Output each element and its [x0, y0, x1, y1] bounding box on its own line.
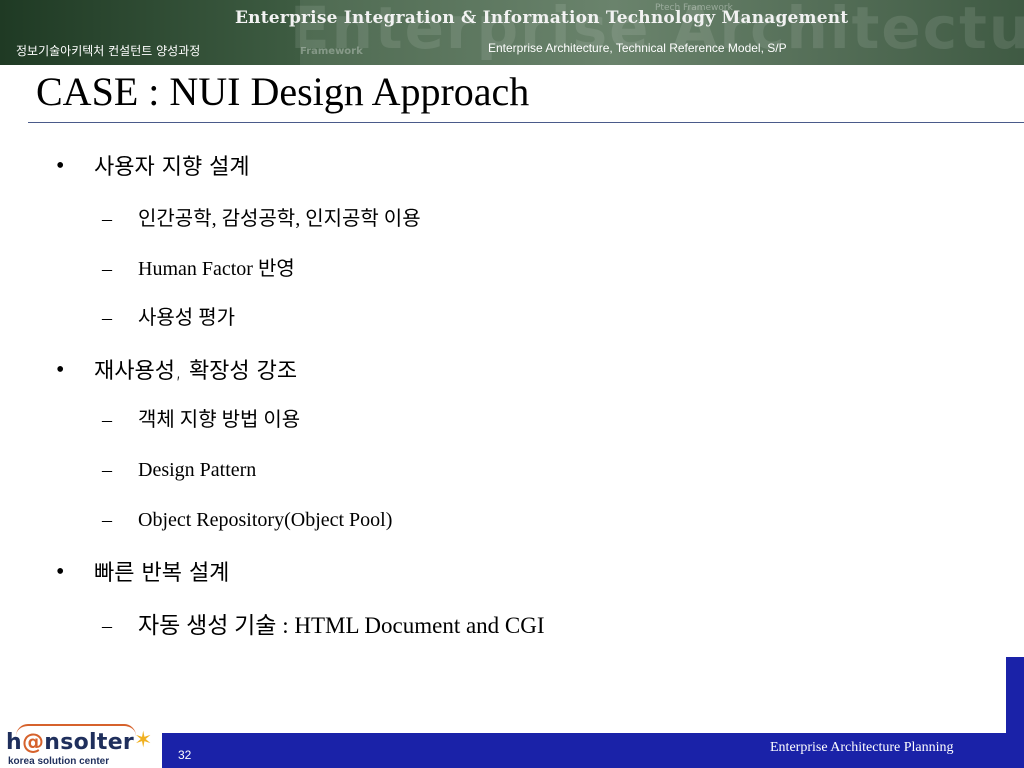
right-accent-bar: [1006, 657, 1024, 733]
sub-bullet-text: Human Factor 반영: [138, 258, 295, 280]
sub-bullet-item: – Object Repository(Object Pool): [102, 507, 393, 533]
sub-bullet-item: – Human Factor 반영: [102, 256, 295, 282]
logo-text-at: @: [21, 730, 45, 755]
sub-bullet-text: 인간공학, 감성공학, 인지공학 이용: [138, 208, 421, 230]
dash-marker: –: [102, 208, 112, 230]
logo-text-rest: nsolter: [44, 730, 135, 755]
star-icon: ✶: [134, 728, 153, 753]
footer-title: Enterprise Architecture Planning: [770, 740, 954, 755]
slide-title: CASE : NUI Design Approach: [36, 69, 530, 114]
banner-subtitle: Enterprise Architecture, Technical Refer…: [488, 41, 787, 55]
bullet-item: • 빠른 반복 설계: [56, 558, 230, 588]
course-name: 정보기술아키텍처 컨설턴트 양성과정: [16, 44, 201, 58]
dash-marker: –: [102, 509, 112, 531]
header-banner: Enterprise Architecture Mod Framework Pt…: [0, 0, 1024, 65]
sub-bullet-item: – 객체 지향 방법 이용: [102, 407, 301, 433]
sub-bullet-text: 자동 생성 기술 : HTML Document and CGI: [138, 613, 545, 638]
dash-marker: –: [102, 258, 112, 280]
banner-small-watermark: Framework: [300, 46, 363, 57]
bullet-marker: •: [56, 559, 65, 585]
bullet-text: 빠른 반복 설계: [94, 561, 230, 586]
logo-text-h: h: [6, 730, 22, 755]
sub-bullet-item: – 자동 생성 기술 : HTML Document and CGI: [102, 613, 545, 640]
bullet-text: 사용자 지향 설계: [94, 155, 250, 180]
bullet-marker: •: [56, 153, 65, 179]
logo-text: h@nsolter: [6, 730, 134, 755]
company-logo: h@nsolter ✶ korea solution center: [6, 724, 158, 768]
sub-bullet-text: 사용성 평가: [138, 307, 235, 329]
dash-marker: –: [102, 459, 112, 481]
bullet-item: • 재사용성, 확장성 강조: [56, 356, 298, 386]
bullet-marker: •: [56, 357, 65, 383]
dash-marker: –: [102, 615, 112, 637]
page-number: 32: [178, 748, 192, 762]
bullet-item: • 사용자 지향 설계: [56, 152, 250, 182]
sub-bullet-text: Design Pattern: [138, 459, 257, 481]
sub-bullet-text: Object Repository(Object Pool): [138, 509, 393, 531]
dash-marker: –: [102, 409, 112, 431]
logo-subtitle: korea solution center: [8, 756, 110, 767]
title-divider: [28, 122, 1024, 123]
banner-title: Enterprise Integration & Information Tec…: [235, 8, 849, 28]
sub-bullet-item: – 인간공학, 감성공학, 인지공학 이용: [102, 206, 421, 232]
dash-marker: –: [102, 307, 112, 329]
sub-bullet-item: – 사용성 평가: [102, 305, 235, 331]
sub-bullet-item: – Design Pattern: [102, 457, 257, 483]
sub-bullet-text: 객체 지향 방법 이용: [138, 409, 301, 431]
bullet-text: 재사용성, 확장성 강조: [94, 359, 298, 384]
